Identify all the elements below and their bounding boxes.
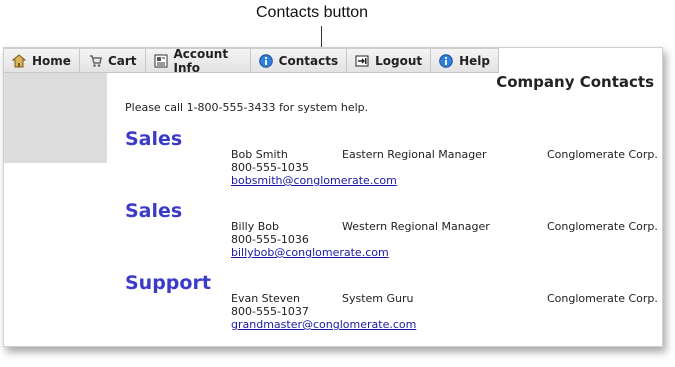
contact-phone: 800-555-1036 <box>231 233 309 246</box>
callout-line <box>321 26 322 48</box>
contact-name: Bob Smith <box>231 148 288 161</box>
callout-label: Contacts button <box>256 4 369 21</box>
side-panel <box>4 73 107 163</box>
contact-name: Evan Steven <box>231 292 300 305</box>
nav-account-info-label: Account Info <box>173 46 229 75</box>
contact-phone: 800-555-1035 <box>231 161 309 174</box>
contact-role: Eastern Regional Manager <box>342 148 487 161</box>
contact-phone: 800-555-1037 <box>231 305 309 318</box>
info-icon <box>258 53 273 68</box>
app-window: Home Cart Account Info Contacts Logout H… <box>3 47 663 347</box>
nav-account-info-button[interactable]: Account Info <box>146 46 251 75</box>
contact-email-link[interactable]: billybob@conglomerate.com <box>231 246 389 259</box>
contact-company: Conglomerate Corp. <box>547 220 658 233</box>
page-title: Company Contacts <box>496 73 654 91</box>
nav-help-button[interactable]: Help <box>431 49 499 72</box>
nav-cart-button[interactable]: Cart <box>80 49 146 72</box>
account-icon <box>154 54 168 68</box>
contact-company: Conglomerate Corp. <box>547 148 658 161</box>
contact-name: Billy Bob <box>231 220 279 233</box>
nav-logout-button[interactable]: Logout <box>347 49 432 72</box>
contact-company: Conglomerate Corp. <box>547 292 658 305</box>
logout-icon <box>355 54 369 68</box>
nav-home-label: Home <box>32 53 71 68</box>
contact-email-link[interactable]: bobsmith@conglomerate.com <box>231 174 397 187</box>
section-heading: Sales <box>125 200 183 222</box>
nav-help-label: Help <box>459 53 490 68</box>
contact-role: System Guru <box>342 292 414 305</box>
section-heading: Sales <box>125 128 183 150</box>
section-heading: Support <box>125 272 211 294</box>
home-icon <box>11 53 27 68</box>
nav-home-button[interactable]: Home <box>4 49 80 72</box>
help-text: Please call 1-800-555-3433 for system he… <box>125 101 369 114</box>
nav-contacts-label: Contacts <box>278 53 339 68</box>
nav-bar: Home Cart Account Info Contacts Logout H… <box>4 46 499 75</box>
nav-cart-label: Cart <box>107 53 137 68</box>
cart-icon <box>88 54 102 68</box>
contact-role: Western Regional Manager <box>342 220 490 233</box>
nav-contacts-button[interactable]: Contacts <box>251 49 348 72</box>
contact-email-link[interactable]: grandmaster@conglomerate.com <box>231 318 416 331</box>
nav-logout-label: Logout <box>375 53 423 68</box>
help-icon <box>439 53 453 68</box>
